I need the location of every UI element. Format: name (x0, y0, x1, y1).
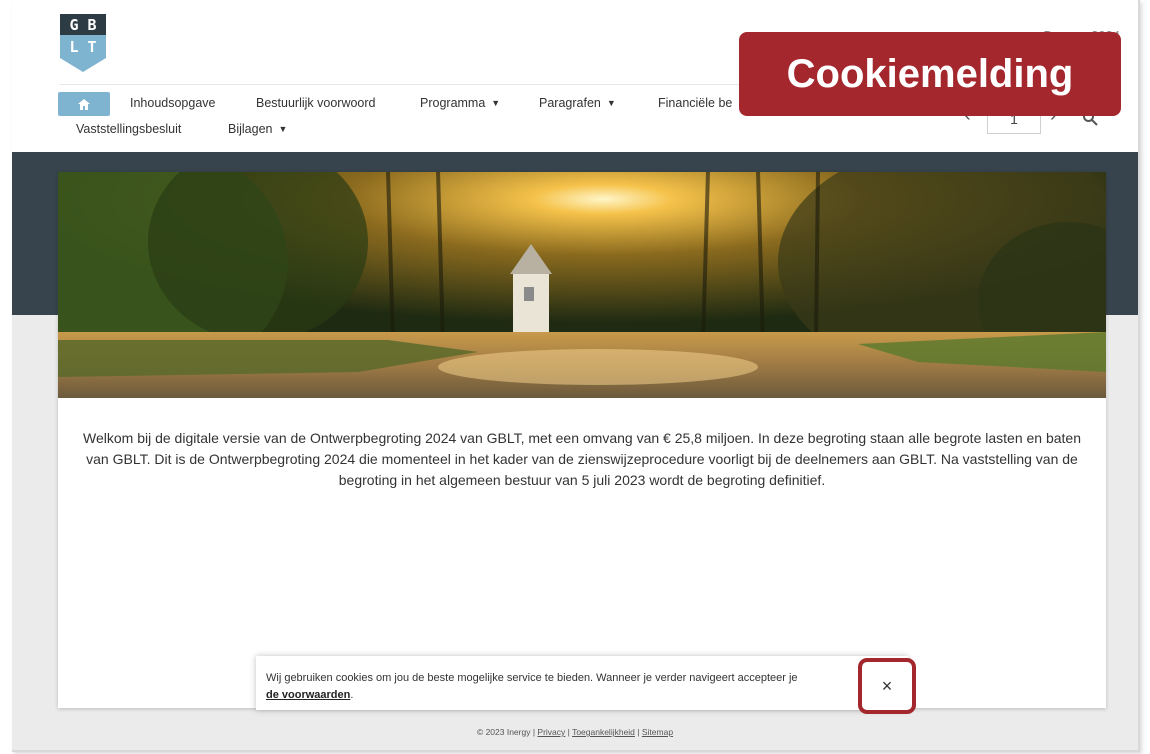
cookie-notice-text: Wij gebruiken cookies om jou de beste mo… (266, 672, 798, 701)
svg-text:G B: G B (69, 16, 96, 34)
nav-item-bijlagen[interactable]: Bijlagen ▼ (228, 122, 287, 136)
cookie-notice-bar: Wij gebruiken cookies om jou de beste mo… (256, 656, 908, 710)
content-card: Welkom bij de digitale versie van de Ont… (58, 172, 1106, 708)
nav-item-bestuurlijk-voorwoord[interactable]: Bestuurlijk voorwoord (256, 96, 376, 110)
home-icon (78, 98, 90, 110)
site-header: G B L T Docs ... 2024 Inhoudsopgave Best… (12, 0, 1138, 152)
nav-home-button[interactable] (58, 92, 110, 116)
nav-item-programma[interactable]: Programma ▼ (420, 96, 500, 110)
close-icon: × (881, 675, 893, 696)
nav-item-paragrafen[interactable]: Paragrafen ▼ (539, 96, 616, 110)
footer-toegankelijkheid-link[interactable]: Toegankelijkheid (572, 727, 635, 737)
svg-text:L T: L T (69, 38, 96, 56)
caret-down-icon: ▼ (606, 98, 616, 108)
browser-page: G B L T Docs ... 2024 Inhoudsopgave Best… (12, 0, 1140, 752)
nav-item-inhoudsopgave[interactable]: Inhoudsopgave (130, 96, 216, 110)
footer-privacy-link[interactable]: Privacy (537, 727, 565, 737)
intro-text: Welkom bij de digitale versie van de Ont… (83, 430, 1081, 488)
caret-down-icon: ▼ (491, 98, 501, 108)
cookie-close-button[interactable]: × (858, 658, 916, 714)
nav-item-financiele[interactable]: Financiële be (658, 96, 732, 110)
page-footer: © 2023 Inergy | Privacy | Toegankelijkhe… (476, 727, 674, 737)
gblt-logo[interactable]: G B L T (60, 14, 106, 72)
caret-down-icon: ▼ (278, 124, 288, 134)
nav-item-vaststellingsbesluit[interactable]: Vaststellingsbesluit (76, 122, 181, 136)
cookiemelding-callout: Cookiemelding (739, 32, 1121, 116)
cookie-terms-link[interactable]: de voorwaarden (266, 689, 350, 701)
footer-sitemap-link[interactable]: Sitemap (642, 727, 673, 737)
hero-image-forest-pond (58, 172, 1106, 398)
